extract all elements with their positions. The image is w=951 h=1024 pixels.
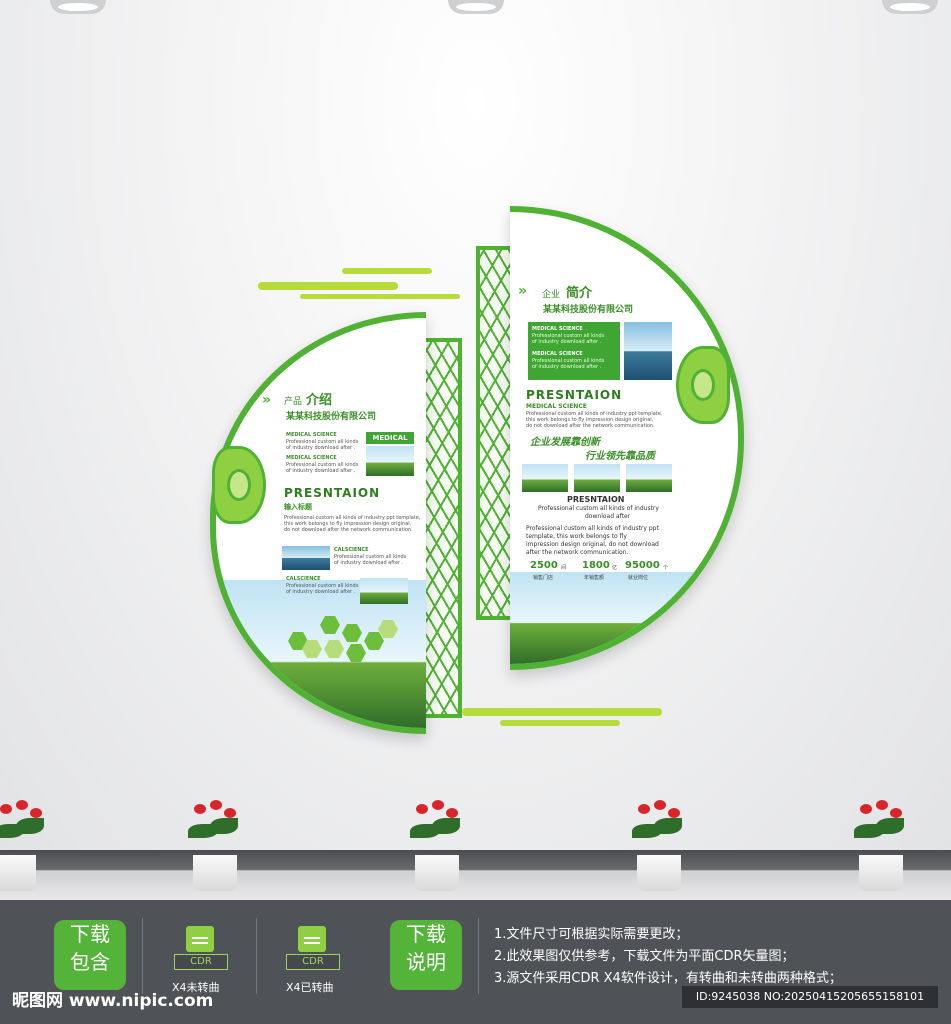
cloud-decoration <box>342 268 432 274</box>
divider <box>478 918 479 994</box>
cloud-decoration <box>300 294 460 299</box>
flower-pot <box>0 855 36 891</box>
right-line2: download after <box>585 513 631 520</box>
city-turbine-photo <box>282 546 330 570</box>
cloud-decoration <box>462 708 662 716</box>
left-med2-text2: of industry download after . <box>286 468 356 474</box>
potted-plant <box>402 796 472 860</box>
image-id-badge: ID:9245038 NO:20250415205655158101 <box>682 986 938 1008</box>
stat-jobs-unit: 个 <box>663 565 669 571</box>
right-para3: do not download after the network commun… <box>526 423 655 429</box>
download-notes-line2: 说明 <box>406 950 446 974</box>
flower-pot <box>859 855 903 891</box>
river-photo <box>366 446 414 476</box>
stat-sales-value: 1800 <box>582 560 610 571</box>
turbine-photo <box>626 464 672 492</box>
right-med2-title: MEDICAL SCIENCE <box>532 351 583 357</box>
stat-jobs-value: 95000 <box>625 560 660 571</box>
right-line1: Professional custom all kinds of industr… <box>538 505 659 512</box>
ceiling-light <box>50 0 106 14</box>
info-line-1: 1.文件尺寸可根据实际需要更改； <box>494 927 689 942</box>
ceiling-light <box>448 0 504 14</box>
turbine-photo <box>574 464 620 492</box>
cloud-decoration <box>258 282 398 290</box>
right-med2-text2: of industry download after . <box>532 364 602 370</box>
turbine-photo <box>522 464 568 492</box>
right-title-big: 简介 <box>566 286 593 301</box>
right-para4: Professional custom all kinds of industr… <box>526 525 659 532</box>
right-heading2: PRESNTAION <box>567 495 625 504</box>
medical-badge: MEDICAL <box>366 432 414 444</box>
left-cal2-text2: of industry download after . <box>286 589 356 595</box>
download-includes-line1: 下载 <box>70 922 110 946</box>
right-med1-text2: of industry download after . <box>532 339 602 345</box>
right-para5: template, this work belongs to fly <box>526 533 627 540</box>
slogan-innovation: 企业发展靠创新 <box>530 437 600 448</box>
right-med1-title: MEDICAL SCIENCE <box>532 326 583 332</box>
cdr-converted-caption: X4已转曲 <box>286 981 334 994</box>
divider <box>142 918 143 994</box>
cdr-file-icon[interactable]: CDR <box>286 926 340 978</box>
left-cal1-text2: of industry download after . <box>334 560 404 566</box>
info-line-2: 2.此效果图仅供参考，下载文件为平面CDR矢量图； <box>494 949 795 964</box>
right-title-small: 企业 <box>542 290 561 300</box>
download-includes-button[interactable]: 下载 包含 <box>54 920 126 990</box>
download-includes-line2: 包含 <box>70 950 110 974</box>
stat-stores-label: 销售门店 <box>533 575 554 581</box>
left-cal2-title: CALSCIENCE <box>286 576 321 582</box>
stat-stores-unit: 间 <box>561 565 567 571</box>
left-para3: do not download after the network commun… <box>284 527 413 533</box>
slogan-quality: 行业领先靠品质 <box>585 451 655 462</box>
cloud-scroll-ornament <box>676 346 730 424</box>
flower-pot <box>637 855 681 891</box>
cdr-file-icon[interactable]: CDR <box>174 926 228 978</box>
cdr-label: CDR <box>174 954 228 970</box>
potted-plant <box>846 796 916 860</box>
right-company-name: 某某科技股份有限公司 <box>543 305 634 315</box>
chevron-icon: » <box>262 392 272 408</box>
left-company-name: 某某科技股份有限公司 <box>286 412 377 422</box>
chevron-icon: » <box>518 283 528 299</box>
stat-sales-label: 年销售额 <box>584 575 605 581</box>
left-med2-title: MEDICAL SCIENCE <box>286 455 337 461</box>
stat-jobs-label: 就业岗位 <box>628 575 649 581</box>
right-para6: impression design original, do not downl… <box>526 541 659 548</box>
flower-pot <box>193 855 237 891</box>
turbine-photo <box>360 578 408 604</box>
download-notes-line1: 下载 <box>406 922 446 946</box>
right-sub: MEDICAL SCIENCE <box>526 403 587 410</box>
left-title-small: 产品 <box>284 397 303 407</box>
stat-sales-unit: 亿 <box>612 565 618 571</box>
site-brand[interactable]: 昵图网 www.nipic.com <box>12 986 213 1011</box>
ceiling-light <box>882 0 938 14</box>
cloud-scroll-ornament <box>212 446 266 524</box>
left-med1-title: MEDICAL SCIENCE <box>286 432 337 438</box>
left-title-big: 介绍 <box>306 393 333 408</box>
right-para7: after the network communication. <box>526 549 629 556</box>
cloud-decoration <box>500 720 620 726</box>
potted-plant <box>0 796 56 860</box>
floor-baseboard <box>0 850 951 900</box>
left-subheading: 输入标题 <box>284 503 312 511</box>
left-med1-text2: of industry download after . <box>286 445 356 451</box>
potted-plant <box>180 796 250 860</box>
solar-turbine-photo <box>624 322 672 380</box>
stat-stores-value: 2500 <box>530 560 558 571</box>
left-heading: PRESNTAION <box>284 486 381 500</box>
wind-field-photo <box>510 572 738 664</box>
download-notes-button[interactable]: 下载 说明 <box>390 920 462 990</box>
left-cal1-title: CALSCIENCE <box>334 547 369 553</box>
divider <box>256 918 257 994</box>
cdr-label: CDR <box>286 954 340 970</box>
right-heading: PRESNTAION <box>526 388 623 402</box>
flower-pot <box>415 855 459 891</box>
potted-plant <box>624 796 694 860</box>
